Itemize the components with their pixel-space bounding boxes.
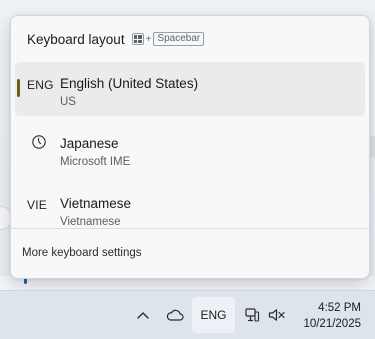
layout-list: ENG English (United States) US Japanese …	[15, 62, 365, 242]
layout-name: English (United States)	[60, 76, 199, 91]
shortcut-plus: +	[145, 33, 152, 45]
shortcut-hint: + Spacebar	[131, 32, 205, 46]
flyout-header: Keyboard layout + Spacebar	[27, 30, 205, 48]
desktop: Keyboard layout + Spacebar ENG English (…	[0, 0, 375, 339]
volume-muted-icon	[268, 309, 285, 321]
ime-clock-icon	[32, 135, 46, 149]
layout-sub: Microsoft IME	[60, 156, 131, 168]
show-hidden-icons-button[interactable]	[132, 297, 154, 333]
layout-name: Japanese	[60, 136, 119, 151]
flyout-divider	[11, 228, 369, 229]
clock-time: 4:52 PM	[318, 302, 361, 314]
network-icon	[245, 308, 260, 322]
spacebar-key: Spacebar	[153, 32, 205, 46]
clock-button[interactable]: 4:52 PM 10/21/2025	[303, 300, 361, 332]
onedrive-button[interactable]	[162, 297, 188, 333]
keyboard-layout-flyout: Keyboard layout + Spacebar ENG English (…	[10, 15, 370, 279]
layout-code: ENG	[27, 78, 54, 92]
more-keyboard-settings-link[interactable]: More keyboard settings	[22, 247, 142, 259]
clock-date: 10/21/2025	[303, 318, 361, 330]
selected-indicator	[17, 79, 20, 97]
layout-code: VIE	[27, 198, 47, 212]
layout-sub: US	[60, 96, 76, 108]
volume-button[interactable]	[264, 297, 290, 333]
chevron-up-icon	[137, 312, 149, 319]
layout-name: Vietnamese	[60, 196, 132, 211]
flyout-title: Keyboard layout	[27, 31, 125, 47]
taskbar: ENG 4:52 PM 10/21/2025	[0, 290, 375, 339]
layout-item-english[interactable]: ENG English (United States) US	[15, 62, 365, 116]
input-language-button[interactable]: ENG	[192, 297, 235, 333]
layout-sub: Vietnamese	[60, 216, 121, 228]
windows-key-icon	[131, 33, 144, 45]
layout-item-japanese[interactable]: Japanese Microsoft IME	[15, 122, 365, 176]
network-button[interactable]	[240, 297, 264, 333]
cloud-icon	[166, 309, 184, 321]
